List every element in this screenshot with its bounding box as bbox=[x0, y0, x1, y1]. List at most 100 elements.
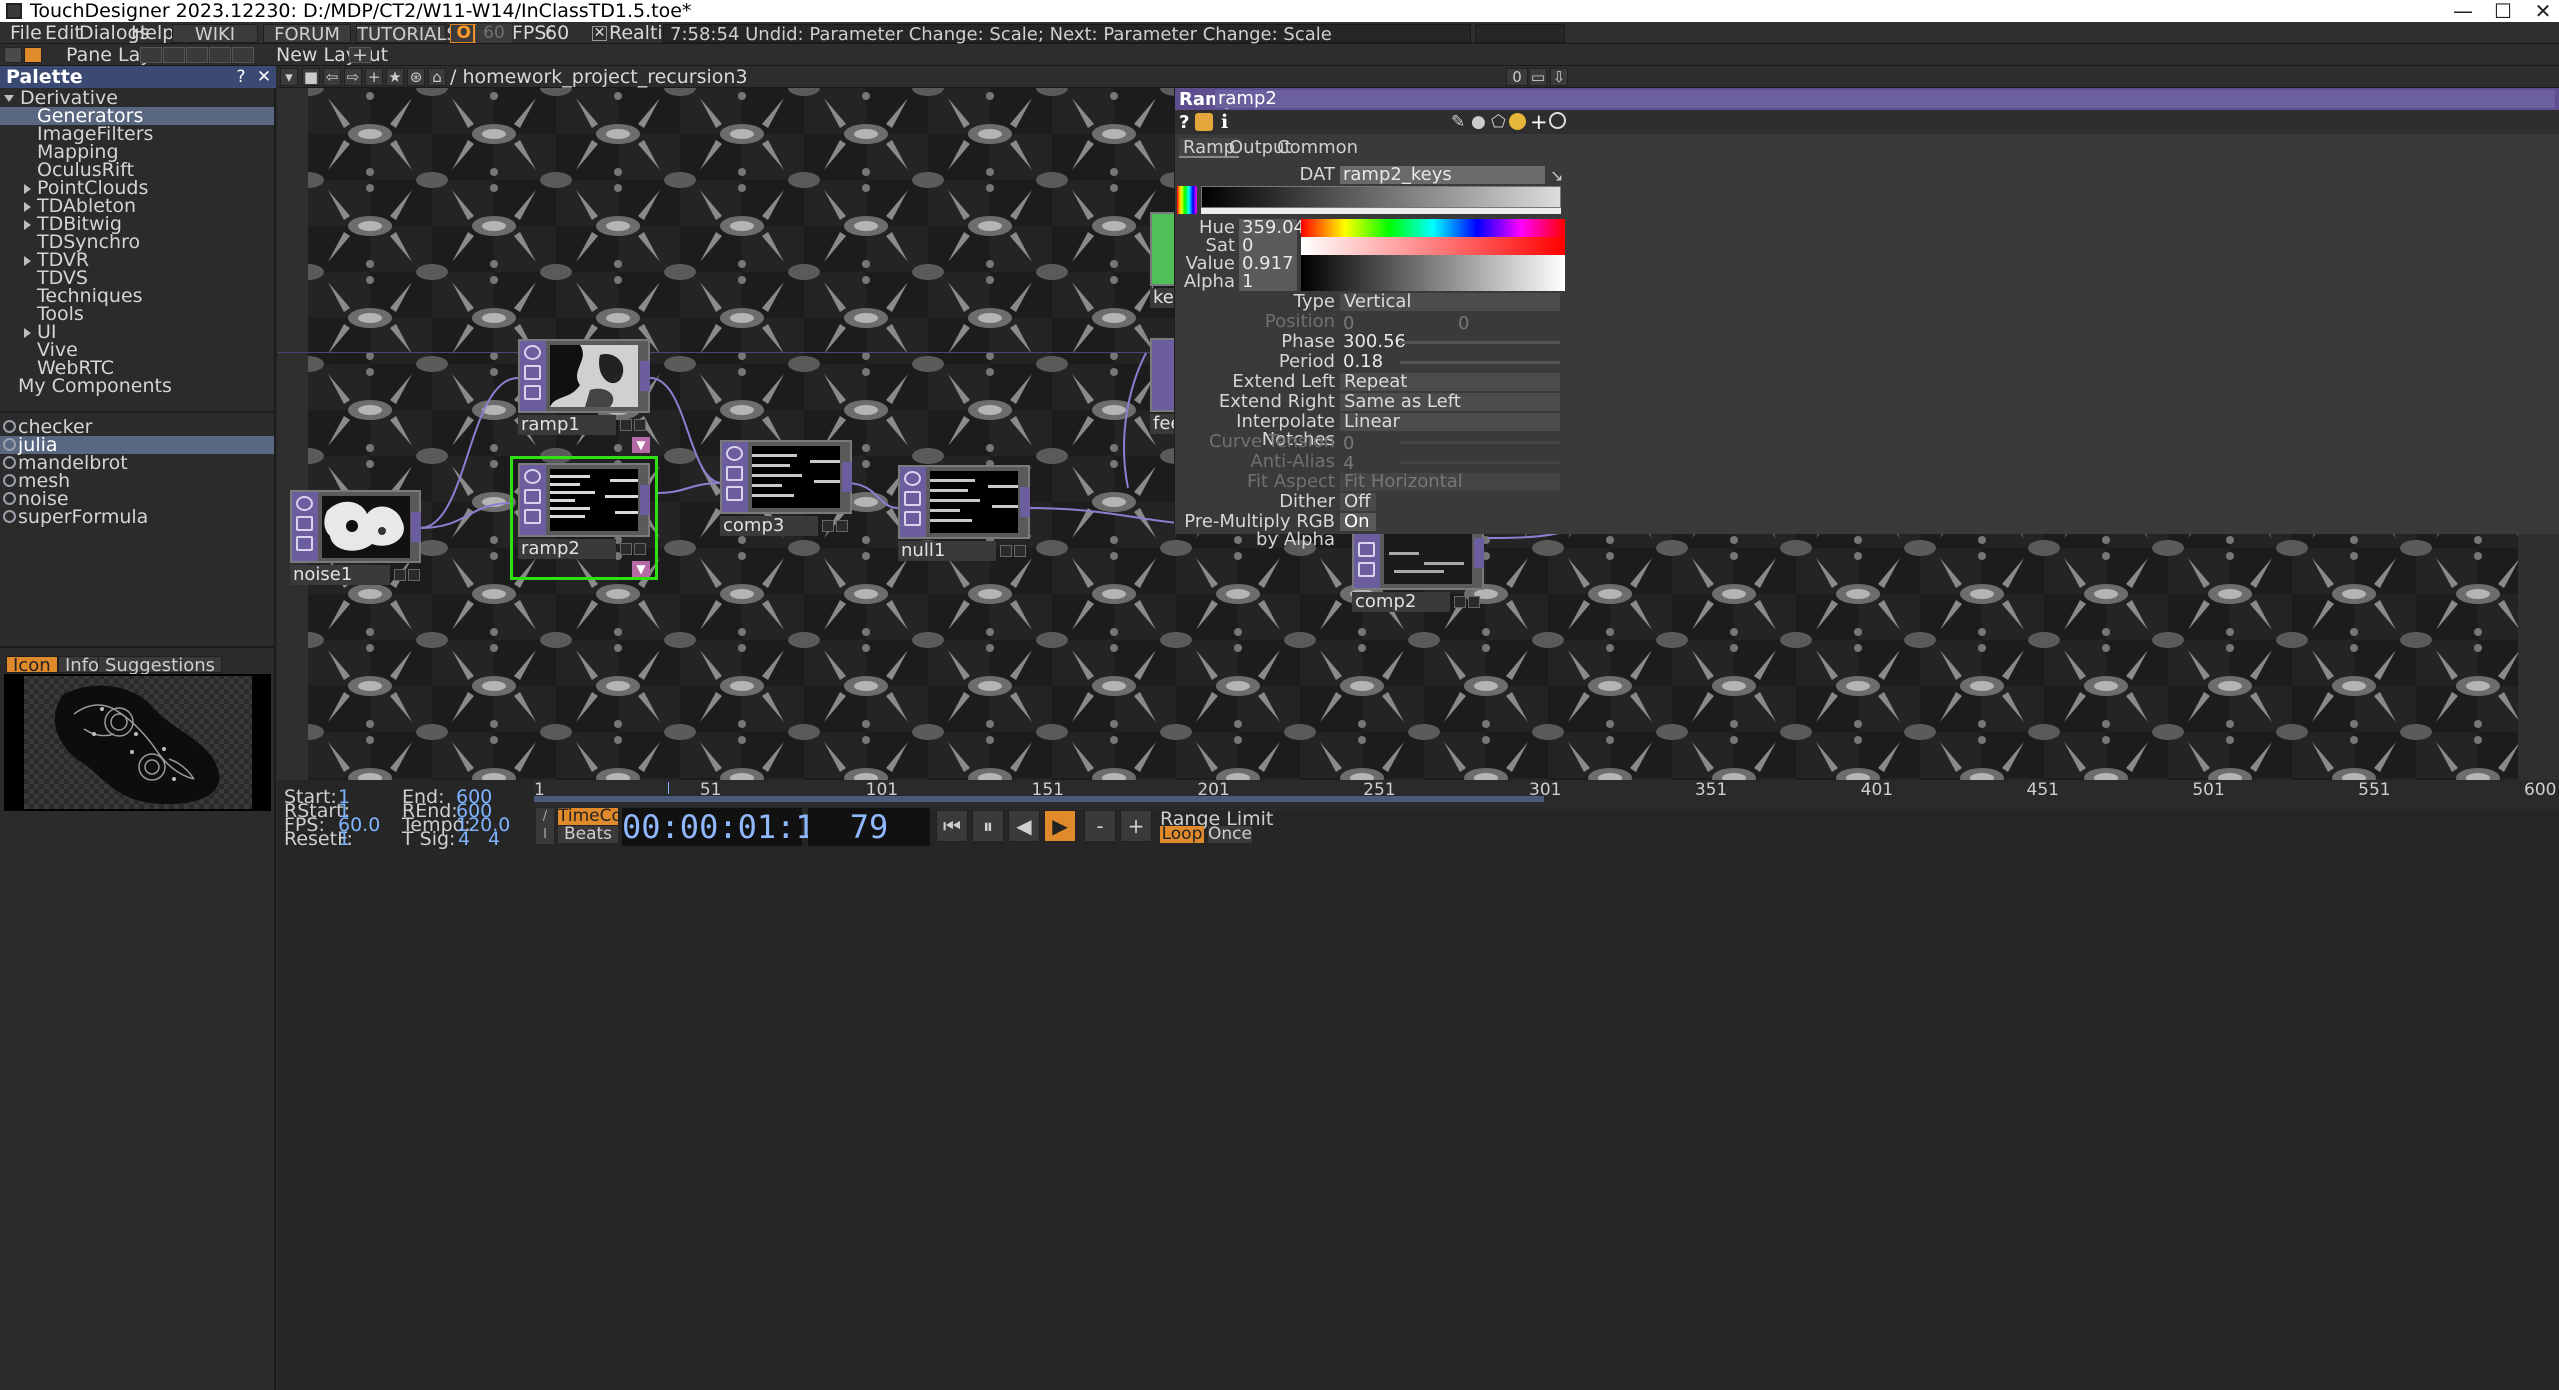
close-button[interactable]: ✕ bbox=[2520, 0, 2559, 22]
network-menu-icon[interactable]: ▾ bbox=[280, 68, 298, 86]
period-slider[interactable] bbox=[1400, 361, 1560, 364]
node-render-flag[interactable] bbox=[1468, 596, 1480, 608]
component-item[interactable]: superFormula bbox=[0, 508, 274, 527]
sat-slider[interactable] bbox=[1301, 237, 1565, 255]
find-icon[interactable]: ⊛ bbox=[407, 68, 425, 86]
forward-icon[interactable]: ⇨ bbox=[344, 68, 362, 86]
node-edit-icon[interactable] bbox=[524, 489, 541, 504]
antialias-slider[interactable] bbox=[1400, 461, 1560, 464]
comment-icon[interactable]: ● bbox=[1471, 112, 1486, 132]
beats-button[interactable]: Beats bbox=[558, 826, 618, 843]
resetf-field[interactable]: 1 bbox=[338, 828, 350, 850]
step-plus-button[interactable]: + bbox=[1120, 810, 1152, 842]
menu-edit[interactable]: Edit bbox=[45, 22, 82, 44]
node-edit-icon[interactable] bbox=[296, 516, 313, 531]
expand-icon[interactable] bbox=[24, 220, 31, 230]
node-render-flag[interactable] bbox=[634, 543, 646, 555]
node-label[interactable]: comp2 bbox=[1352, 592, 1450, 612]
tag-icon[interactable]: ⬠ bbox=[1491, 112, 1506, 132]
menu-file[interactable]: File bbox=[10, 22, 42, 44]
node-label[interactable]: fee bbox=[1150, 414, 1182, 434]
extend-left-dropdown[interactable]: Repeat bbox=[1340, 373, 1560, 391]
maximize-pane-icon[interactable]: ▭ bbox=[1529, 68, 1547, 86]
layout-three[interactable] bbox=[209, 47, 231, 63]
alpha-field[interactable]: 1 bbox=[1239, 273, 1297, 291]
node-dat-flag-icon[interactable]: ▼ bbox=[632, 561, 650, 577]
layout-split-h[interactable] bbox=[186, 47, 208, 63]
node-bypass-icon[interactable] bbox=[1358, 562, 1375, 577]
node-viewer-icon[interactable] bbox=[726, 446, 743, 461]
period-field[interactable]: 0.18 bbox=[1340, 353, 1396, 371]
tsig-a-field[interactable]: 4 bbox=[458, 828, 470, 850]
loop-button[interactable]: Loop bbox=[1160, 826, 1204, 843]
node-display-flag[interactable] bbox=[620, 543, 632, 555]
expand-icon[interactable] bbox=[24, 184, 31, 194]
premult-toggle[interactable]: On bbox=[1340, 513, 1376, 531]
forum-button[interactable]: FORUM bbox=[263, 24, 351, 44]
help-icon[interactable]: ? bbox=[1179, 112, 1189, 133]
ramp-preview[interactable] bbox=[1201, 186, 1561, 208]
phase-slider[interactable] bbox=[1400, 341, 1560, 344]
python-help-icon[interactable] bbox=[1195, 113, 1213, 131]
node-label[interactable]: null1 bbox=[898, 541, 996, 561]
parent-icon[interactable]: ⌂ bbox=[428, 68, 446, 86]
op-name-field[interactable]: ramp2 bbox=[1215, 90, 2555, 108]
node-bypass-icon[interactable] bbox=[524, 509, 541, 524]
expand-icon[interactable] bbox=[24, 202, 31, 212]
wiki-button[interactable]: WIKI bbox=[172, 24, 258, 44]
node-edit-icon[interactable] bbox=[524, 365, 541, 380]
node-bypass-icon[interactable] bbox=[524, 385, 541, 400]
node-label[interactable]: comp3 bbox=[720, 516, 818, 536]
target-icon[interactable] bbox=[1549, 112, 1566, 129]
realtime-checkbox[interactable]: ✕ bbox=[592, 26, 607, 41]
step-minus-button[interactable]: - bbox=[1084, 810, 1116, 842]
palette-help-button[interactable]: ? bbox=[231, 68, 251, 86]
timecode-button[interactable]: TimeCode bbox=[558, 808, 643, 825]
node-dat-flag-icon[interactable]: ▼ bbox=[632, 437, 650, 453]
node-viewer-icon[interactable] bbox=[524, 469, 541, 484]
timeline-range-bar[interactable] bbox=[534, 796, 1544, 802]
add-param-icon[interactable]: + bbox=[1530, 110, 1548, 134]
palette-close-button[interactable]: ✕ bbox=[254, 68, 274, 86]
node-label[interactable]: ramp2 bbox=[518, 539, 616, 559]
beats-mode-icon[interactable]: I bbox=[536, 826, 554, 844]
node-edit-icon[interactable] bbox=[726, 466, 743, 481]
tab-common[interactable]: Common bbox=[1273, 138, 1362, 158]
node-display-flag[interactable] bbox=[394, 569, 406, 581]
layout-single[interactable] bbox=[140, 47, 162, 63]
fit-dropdown[interactable]: Fit Horizontal bbox=[1340, 473, 1560, 491]
node-display-flag[interactable] bbox=[620, 419, 632, 431]
layout-four[interactable] bbox=[232, 47, 254, 63]
expand-icon[interactable] bbox=[24, 256, 31, 266]
position-y[interactable]: 0 bbox=[1458, 313, 1469, 334]
playhead[interactable] bbox=[668, 782, 669, 794]
rewind-button[interactable]: ⏮ bbox=[936, 810, 968, 842]
python-icon[interactable] bbox=[1509, 113, 1526, 130]
node-display-flag[interactable] bbox=[1454, 596, 1466, 608]
dither-toggle[interactable]: Off bbox=[1340, 493, 1376, 511]
type-dropdown[interactable]: Vertical bbox=[1340, 293, 1560, 311]
expand-icon[interactable] bbox=[24, 328, 31, 338]
node-viewer-icon[interactable] bbox=[524, 345, 541, 360]
timecode-display[interactable]: 00:00:01:18 bbox=[622, 808, 834, 846]
edit-icon[interactable]: ✎ bbox=[1451, 112, 1465, 132]
frame-display[interactable]: 79 bbox=[808, 808, 930, 846]
node-render-flag[interactable] bbox=[1014, 545, 1026, 557]
timecode-mode-icon[interactable]: / bbox=[536, 808, 554, 826]
tsig-b-field[interactable]: 4 bbox=[488, 828, 500, 850]
alpha-slider[interactable] bbox=[1301, 273, 1565, 291]
add-layout-button[interactable]: + bbox=[349, 46, 371, 65]
node-render-flag[interactable] bbox=[836, 520, 848, 532]
node-display-flag[interactable] bbox=[822, 520, 834, 532]
node-render-flag[interactable] bbox=[408, 569, 420, 581]
step-back-button[interactable]: ◀ bbox=[1008, 810, 1040, 842]
interp-dropdown[interactable]: Linear bbox=[1340, 413, 1560, 431]
back-icon[interactable]: ⇦ bbox=[323, 68, 341, 86]
once-button[interactable]: Once bbox=[1208, 826, 1252, 843]
tension-field[interactable]: 0 bbox=[1343, 433, 1354, 454]
tutorials-button[interactable]: TUTORIALS bbox=[356, 24, 458, 44]
stop-icon[interactable]: ■ bbox=[302, 68, 320, 86]
dat-field[interactable]: ramp2_keys bbox=[1340, 166, 1545, 184]
home-icon[interactable] bbox=[24, 47, 42, 63]
tab-icon[interactable]: Icon bbox=[6, 656, 58, 675]
